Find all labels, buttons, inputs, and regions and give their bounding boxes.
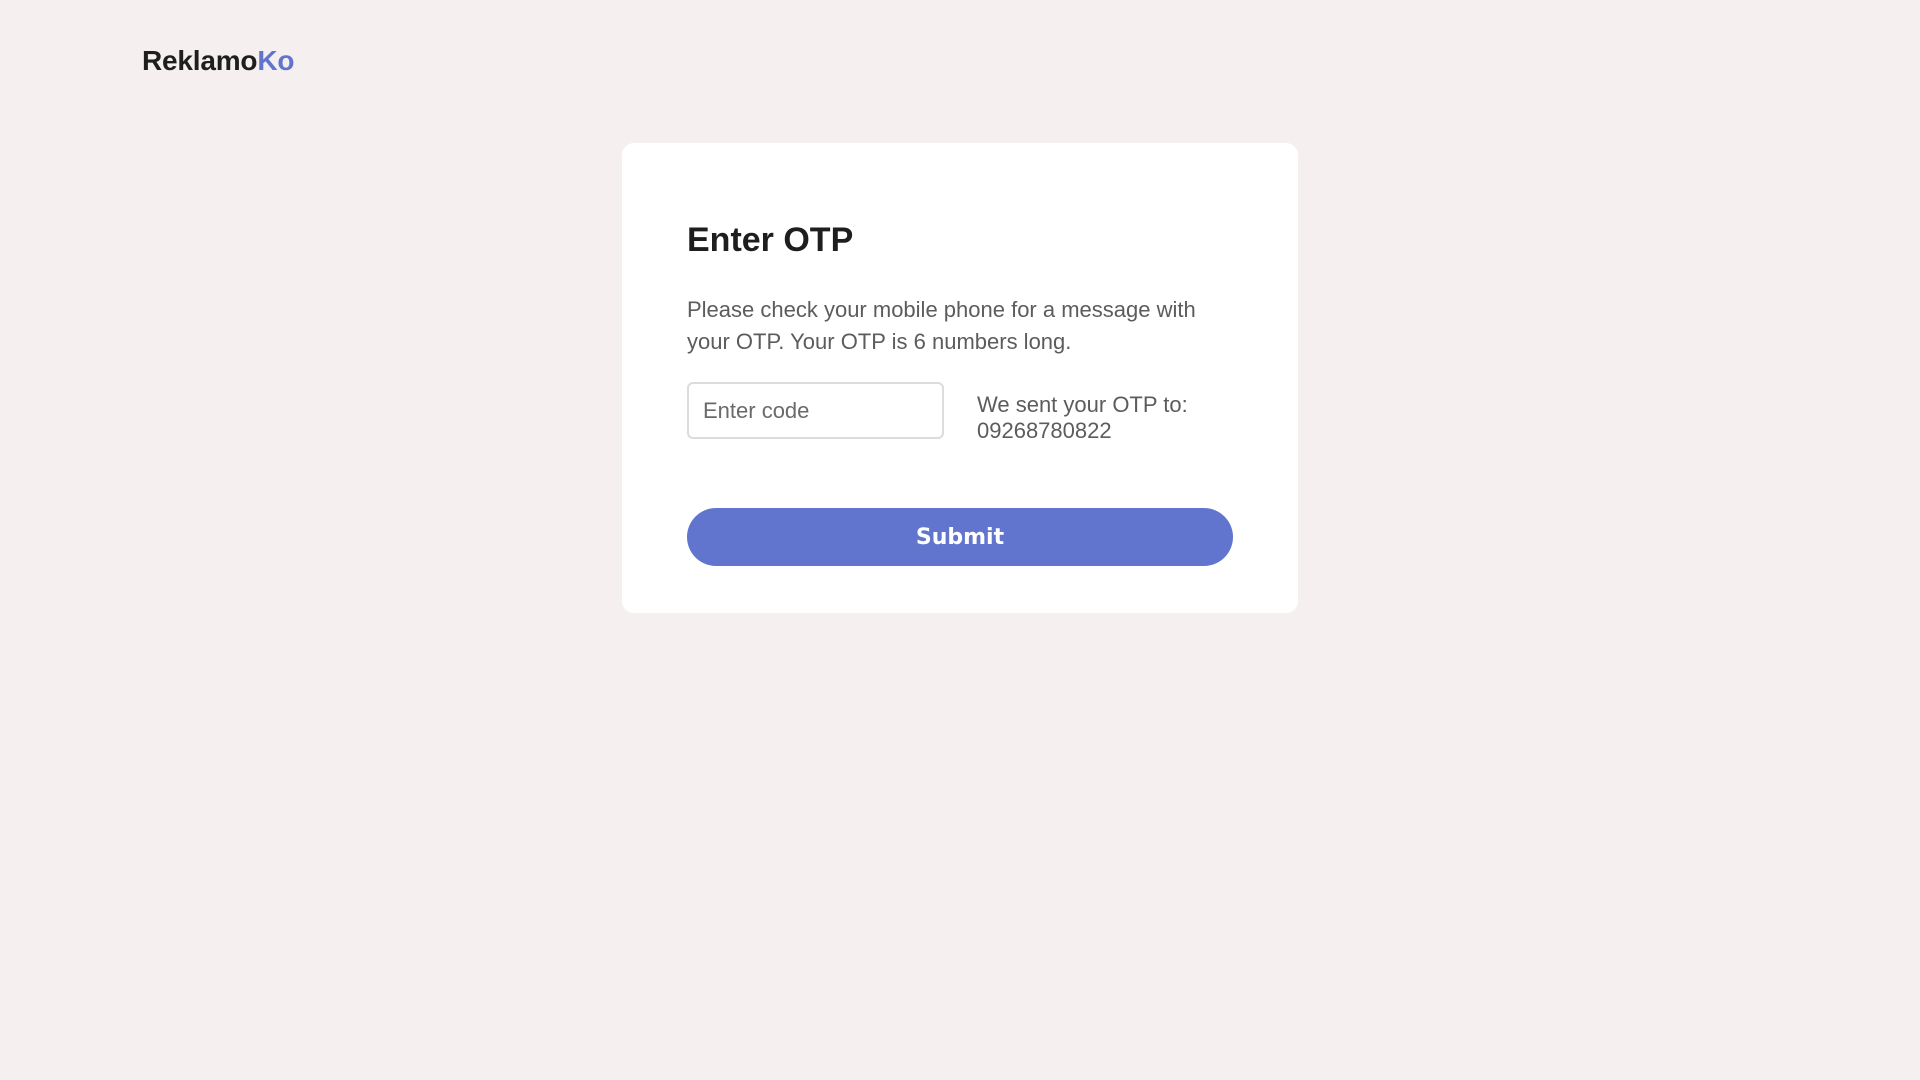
submit-button[interactable]: Submit bbox=[687, 508, 1233, 566]
page-title: Enter OTP bbox=[687, 221, 854, 259]
otp-phone-number: 09268780822 bbox=[977, 418, 1112, 443]
logo-text-main: Reklamo bbox=[142, 45, 258, 76]
otp-sent-label: We sent your OTP to: bbox=[977, 392, 1188, 417]
otp-instructions: Please check your mobile phone for a mes… bbox=[687, 297, 1196, 354]
otp-card: Enter OTP Please check your mobile phone… bbox=[622, 143, 1298, 613]
otp-code-input[interactable] bbox=[687, 382, 944, 439]
logo-text-accent: Ko bbox=[257, 45, 295, 76]
otp-input-row: We sent your OTP to: 09268780822 bbox=[687, 382, 1233, 444]
brand-logo[interactable]: ReklamoKo bbox=[142, 44, 294, 78]
otp-sent-info: We sent your OTP to: 09268780822 bbox=[977, 392, 1188, 444]
